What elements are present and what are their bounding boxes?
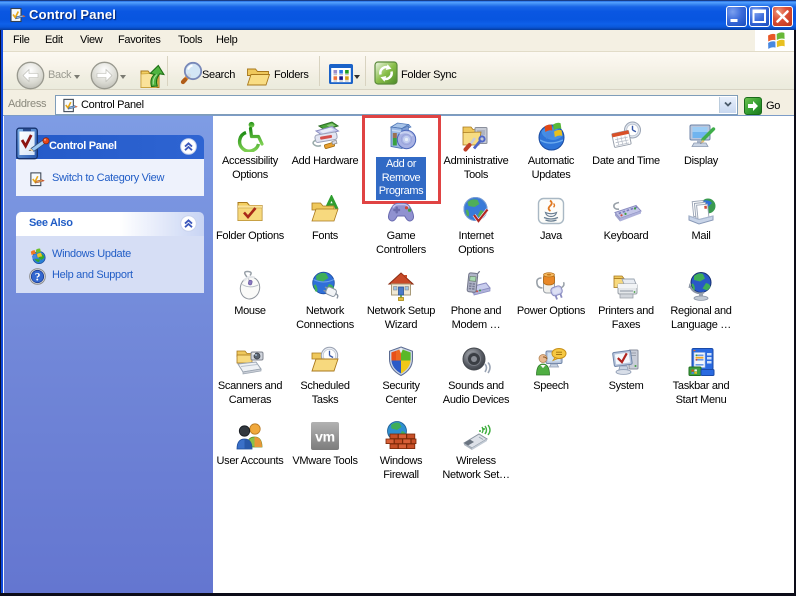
svg-text:?: ?: [35, 272, 41, 284]
svg-text:vm: vm: [315, 429, 335, 445]
